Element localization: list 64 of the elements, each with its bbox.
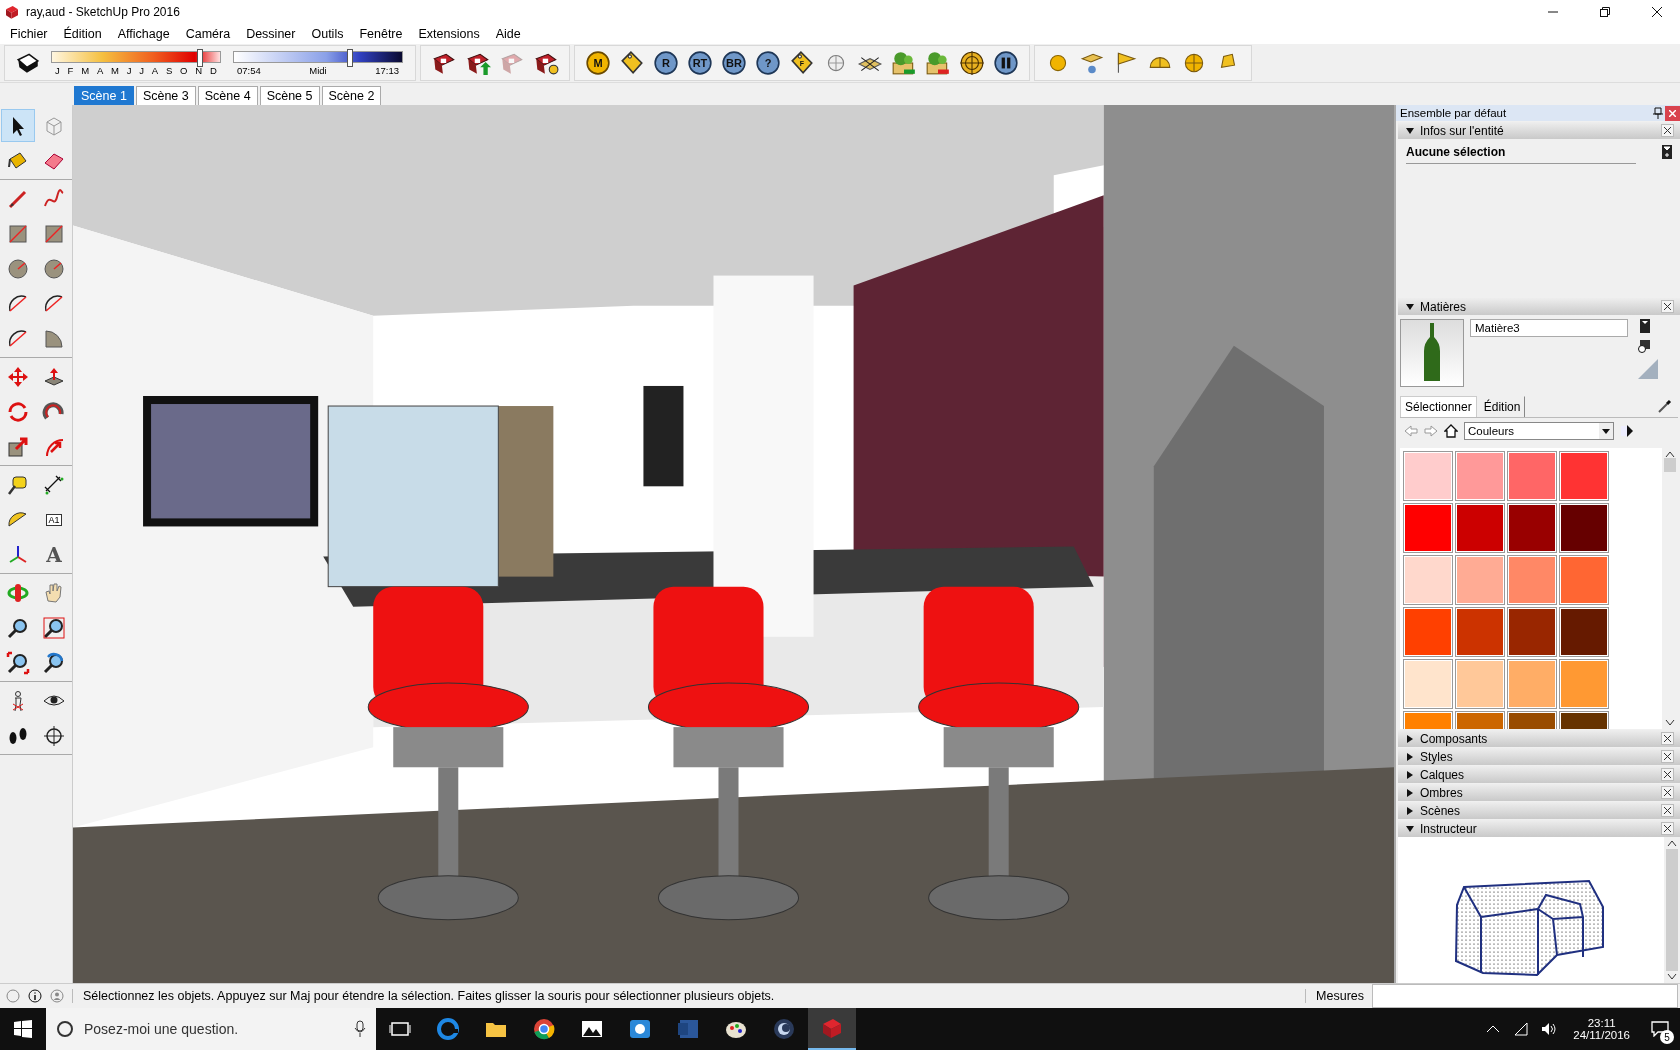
month-label: J	[126, 64, 132, 76]
materials-tab[interactable]: Sélectionner	[1400, 396, 1477, 417]
panel-header[interactable]: Infos sur l'entité	[1398, 122, 1680, 139]
month-label: A	[151, 64, 159, 76]
measurements-label: Mesures	[1305, 989, 1364, 1003]
month-label: F	[67, 64, 74, 76]
month-label: A	[96, 64, 104, 76]
notifications-button[interactable]: 5	[1640, 1008, 1680, 1050]
menu-item[interactable]: Fichier	[2, 25, 56, 43]
tool-letter: A	[46, 542, 62, 567]
icon-letter: RT	[692, 57, 708, 69]
panel-header[interactable]: Styles	[1398, 748, 1680, 765]
disc-button[interactable]: ?	[753, 48, 783, 78]
icon-letter: R	[662, 57, 670, 69]
time-label: 17:13	[375, 64, 399, 76]
month-label: M	[81, 64, 90, 76]
menu-item[interactable]: Affichage	[109, 25, 178, 43]
text-3d-tool-button[interactable]: A	[37, 538, 71, 571]
panel-header[interactable]: Calques	[1398, 766, 1680, 783]
icon-letter: ?	[764, 57, 772, 69]
tool-letter: A1	[46, 513, 62, 526]
month-label: N	[195, 64, 203, 76]
menu-item[interactable]: Dessiner	[238, 25, 304, 43]
month-label: S	[165, 64, 173, 76]
menu-item[interactable]: Extensions	[410, 25, 488, 43]
material-name-field[interactable]: Matière3	[1470, 319, 1628, 337]
time-label: 07:54	[237, 64, 261, 76]
scene-tab[interactable]: Scène 2	[321, 86, 382, 105]
menu-item[interactable]: Aide	[487, 25, 529, 43]
search-field[interactable]: Posez-moi une question.	[46, 1008, 376, 1050]
disc-button[interactable]: RT	[685, 48, 715, 78]
scene-tab[interactable]: Scène 1	[74, 86, 134, 105]
panel-header[interactable]: Matières	[1398, 298, 1680, 315]
text-label-tool-button[interactable]: A1	[37, 503, 71, 536]
panel-header[interactable]: Ombres	[1398, 784, 1680, 801]
tray-title: Ensemble par défaut	[1400, 107, 1508, 119]
no-selection-text: Aucune sélection	[1406, 145, 1636, 164]
time-label: Midi	[309, 64, 327, 76]
icon-letter: BR	[726, 57, 742, 69]
panel-header[interactable]: Scènes	[1398, 802, 1680, 819]
disc-button[interactable]: R	[651, 48, 681, 78]
panel-header[interactable]: Composants	[1398, 730, 1680, 747]
month-label: J	[139, 64, 145, 76]
icon-letter: M	[593, 57, 603, 69]
status-message: Sélectionnez les objets. Appuyez sur Maj pour étendre la sélection. Faites glisser la souris pour sélectionner plusieurs objets.	[72, 989, 1298, 1003]
window-title: ray,aud - SketchUp Pro 2016	[26, 5, 181, 19]
month-label: M	[111, 64, 119, 76]
scene-tab[interactable]: Scène 5	[259, 86, 320, 105]
materials-tab[interactable]: Édition	[1478, 396, 1526, 417]
disc-button[interactable]: BR	[719, 48, 749, 78]
scene-tab[interactable]: Scène 4	[197, 86, 258, 105]
menu-item[interactable]: Caméra	[177, 25, 239, 43]
panel-header[interactable]: Instructeur	[1398, 820, 1680, 837]
month-label: O	[180, 64, 188, 76]
month-label: J	[55, 64, 60, 76]
menu-item[interactable]: Édition	[55, 25, 110, 43]
clock[interactable]: 23:11 24/11/2016	[1563, 1017, 1640, 1041]
menu-item[interactable]: Outils	[303, 25, 352, 43]
month-label: D	[209, 64, 217, 76]
notification-count: 5	[1660, 1030, 1674, 1044]
menu-item[interactable]: Fenêtre	[351, 25, 411, 43]
library-dropdown[interactable]: Couleurs	[1464, 422, 1614, 440]
coin-button[interactable]: M	[583, 48, 613, 78]
scene-tab[interactable]: Scène 3	[135, 86, 196, 105]
